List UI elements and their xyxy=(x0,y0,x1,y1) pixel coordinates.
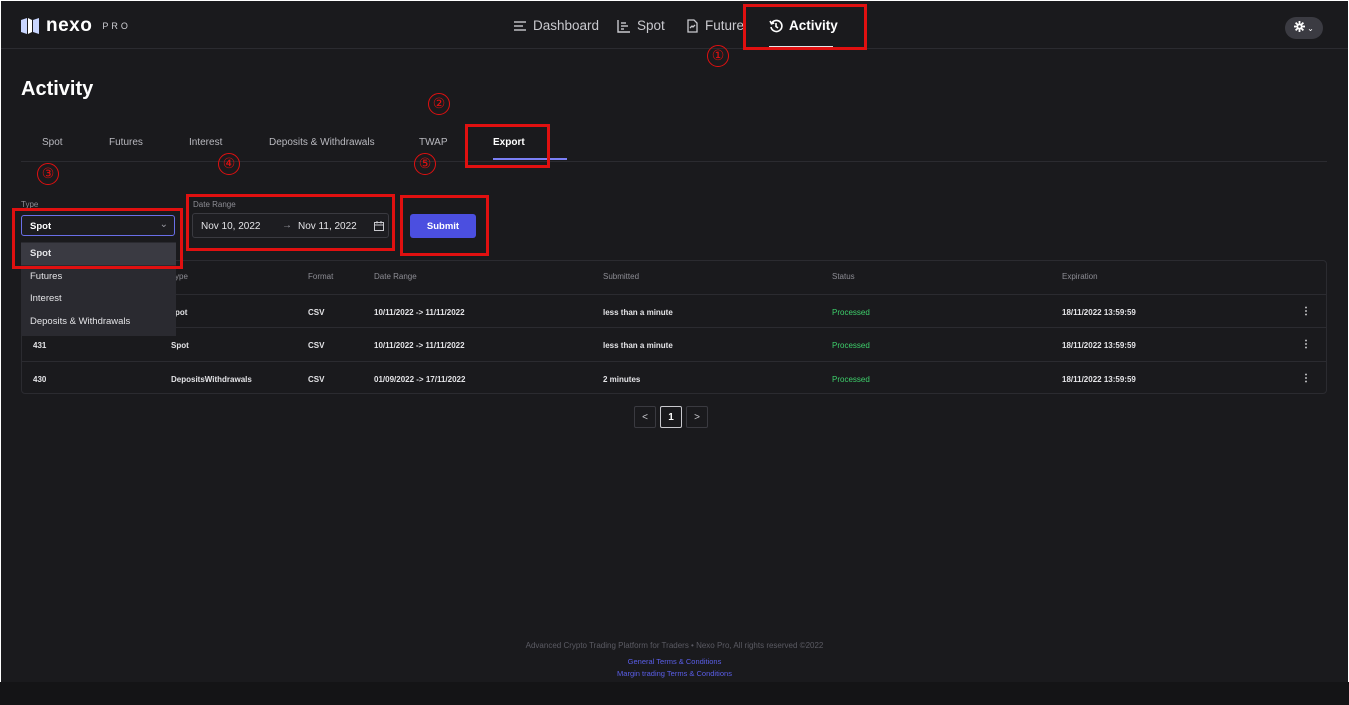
document-icon xyxy=(685,18,699,33)
column-header-type: ype xyxy=(175,272,188,281)
annotation-number-4: ④ xyxy=(218,153,240,175)
chevron-down-icon: ⌄ xyxy=(1307,23,1314,33)
tab-spot[interactable]: Spot xyxy=(42,137,63,148)
column-header-expiration: Expiration xyxy=(1062,272,1098,281)
table-row[interactable]: 431 Spot CSV 10/11/2022 -> 11/11/2022 le… xyxy=(22,327,1326,361)
annotation-box-activity xyxy=(743,4,867,50)
footer-link-general-terms[interactable]: General Terms & Conditions xyxy=(1,657,1348,666)
list-icon xyxy=(513,19,527,33)
column-header-date-range: Date Range xyxy=(374,272,417,281)
nav-futures[interactable]: Futures xyxy=(685,18,745,33)
option-label: Futures xyxy=(30,271,63,282)
cell-type: pot xyxy=(175,308,188,317)
annotation-box-type xyxy=(12,208,183,269)
tab-interest[interactable]: Interest xyxy=(189,137,222,148)
top-header: nexo PRO Dashboard Spot Futures xyxy=(1,1,1348,49)
logo-pro-suffix: PRO xyxy=(102,21,131,31)
tab-deposits-withdrawals[interactable]: Deposits & Withdrawals xyxy=(269,137,375,148)
annotation-number-2: ② xyxy=(428,93,450,115)
more-options-icon[interactable]: ⋮ xyxy=(1301,339,1311,350)
cell-status: Processed xyxy=(832,375,870,384)
gear-icon xyxy=(1294,21,1306,35)
app-window: nexo PRO Dashboard Spot Futures xyxy=(1,1,1348,682)
nav-spot-label: Spot xyxy=(637,18,665,33)
chart-icon xyxy=(617,19,631,33)
table-row[interactable]: pot CSV 10/11/2022 -> 11/11/2022 less th… xyxy=(22,294,1326,328)
page-title: Activity xyxy=(21,78,94,100)
dropdown-option-deposits-withdrawals[interactable]: Deposits & Withdrawals xyxy=(21,311,176,333)
cell-expiration: 18/11/2022 13:59:59 xyxy=(1062,375,1136,384)
bottom-band xyxy=(0,682,1349,705)
cell-date-range: 10/11/2022 -> 11/11/2022 xyxy=(374,308,465,317)
dropdown-option-futures[interactable]: Futures xyxy=(21,266,176,288)
cell-expiration: 18/11/2022 13:59:59 xyxy=(1062,341,1136,350)
footer-link-margin-terms[interactable]: Margin trading Terms & Conditions xyxy=(1,669,1348,678)
cell-type: Spot xyxy=(171,341,189,350)
pagination: < 1 > xyxy=(634,406,708,428)
next-page-button[interactable]: > xyxy=(686,406,708,428)
column-header-format: Format xyxy=(308,272,334,281)
nav-dashboard[interactable]: Dashboard xyxy=(513,18,599,33)
more-options-icon[interactable]: ⋮ xyxy=(1301,373,1311,384)
cell-status: Processed xyxy=(832,341,870,350)
logo-wordmark: nexo xyxy=(46,15,93,36)
cell-submitted: less than a minute xyxy=(603,308,673,317)
page-number-button[interactable]: 1 xyxy=(660,406,682,428)
cell-format: CSV xyxy=(308,375,325,384)
tab-futures[interactable]: Futures xyxy=(109,137,143,148)
nexo-logo[interactable]: nexo PRO xyxy=(20,15,131,36)
cell-submitted: less than a minute xyxy=(603,341,673,350)
cell-expiration: 18/11/2022 13:59:59 xyxy=(1062,308,1136,317)
cell-id: 431 xyxy=(33,341,47,350)
annotation-number-3: ③ xyxy=(37,163,59,185)
option-label: Interest xyxy=(30,293,62,304)
export-table: ype Format Date Range Submitted Status E… xyxy=(21,260,1327,394)
nexo-logo-icon xyxy=(20,18,40,34)
annotation-box-export xyxy=(465,124,550,168)
nav-spot[interactable]: Spot xyxy=(617,18,665,33)
dropdown-option-interest[interactable]: Interest xyxy=(21,288,176,310)
cell-date-range: 01/09/2022 -> 17/11/2022 xyxy=(374,375,466,384)
annotation-box-submit xyxy=(400,195,489,256)
cell-type: DepositsWithdrawals xyxy=(171,375,252,384)
tab-twap[interactable]: TWAP xyxy=(419,137,448,148)
table-row[interactable]: 430 DepositsWithdrawals CSV 01/09/2022 -… xyxy=(22,361,1326,395)
annotation-number-1: ① xyxy=(707,45,729,67)
column-header-status: Status xyxy=(832,272,855,281)
cell-id: 430 xyxy=(33,375,47,384)
option-label: Deposits & Withdrawals xyxy=(30,316,131,327)
cell-date-range: 10/11/2022 -> 11/11/2022 xyxy=(374,341,465,350)
prev-page-button[interactable]: < xyxy=(634,406,656,428)
more-options-icon[interactable]: ⋮ xyxy=(1301,306,1311,317)
annotation-number-5: ⑤ xyxy=(414,153,436,175)
cell-status: Processed xyxy=(832,308,870,317)
cell-format: CSV xyxy=(308,308,325,317)
nav-dashboard-label: Dashboard xyxy=(533,18,600,33)
footer-copyright: Advanced Crypto Trading Platform for Tra… xyxy=(525,641,824,650)
nav-futures-label: Futures xyxy=(705,18,745,33)
column-header-submitted: Submitted xyxy=(603,272,640,281)
cell-submitted: 2 minutes xyxy=(603,375,641,384)
activity-tabs: Spot Futures Interest Deposits & Withdra… xyxy=(21,131,1327,162)
annotation-box-date-range xyxy=(186,194,395,251)
cell-format: CSV xyxy=(308,341,325,350)
settings-button[interactable]: ⌄ xyxy=(1285,17,1323,39)
